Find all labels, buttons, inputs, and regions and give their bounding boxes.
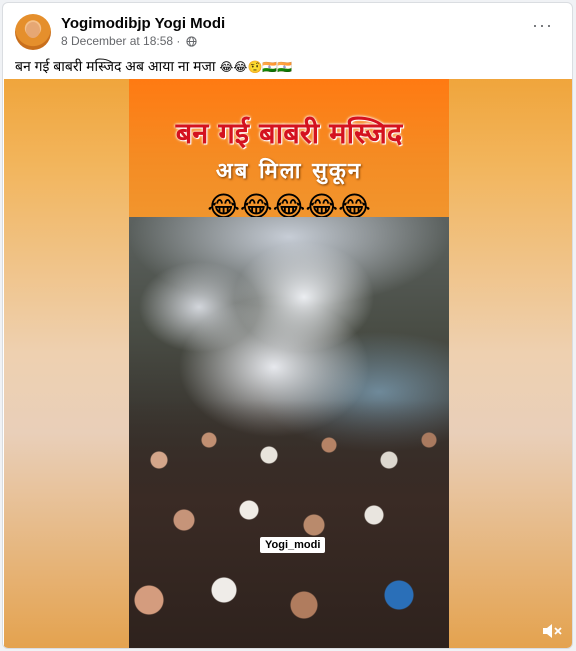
video-banner: बन गई बाबरी मस्जिद अब मिला सुकून 😂😂😂😂😂: [129, 79, 449, 222]
video-player[interactable]: बन गई बाबरी मस्जिद अब मिला सुकून 😂😂😂😂😂 Y…: [4, 79, 572, 648]
crowd-image: [129, 400, 449, 648]
post-header: Yogimodibjp Yogi Modi 8 December at 18:5…: [15, 14, 560, 50]
video-watermark: Yogi_modi: [260, 537, 326, 553]
post-card: Yogimodibjp Yogi Modi 8 December at 18:5…: [2, 2, 573, 649]
author-name[interactable]: Yogimodibjp Yogi Modi: [61, 15, 225, 32]
video-scene: [129, 217, 449, 648]
globe-icon[interactable]: [186, 36, 197, 50]
caption-text: बन गई बाबरी मस्जिद अब आया ना मजा: [15, 58, 216, 74]
timestamp[interactable]: 8 December at 18:58: [61, 34, 173, 48]
banner-subtitle: अब मिला सुकून: [215, 159, 363, 184]
more-options-icon[interactable]: ···: [532, 16, 552, 36]
post-meta: 8 December at 18:58 ·: [61, 34, 197, 50]
avatar[interactable]: [15, 14, 51, 50]
video-frame[interactable]: बन गई बाबरी मस्जिद अब मिला सुकून 😂😂😂😂😂 Y…: [129, 79, 449, 648]
post-caption: बन गई बाबरी मस्जिद अब आया ना मजा 😂😂🤨🇮🇳🇮🇳: [15, 57, 292, 76]
volume-muted-icon[interactable]: [541, 622, 563, 640]
caption-emojis: 😂😂🤨🇮🇳🇮🇳: [219, 60, 293, 74]
meta-separator: ·: [176, 34, 181, 48]
banner-title: बन गई बाबरी मस्जिद: [175, 116, 403, 150]
